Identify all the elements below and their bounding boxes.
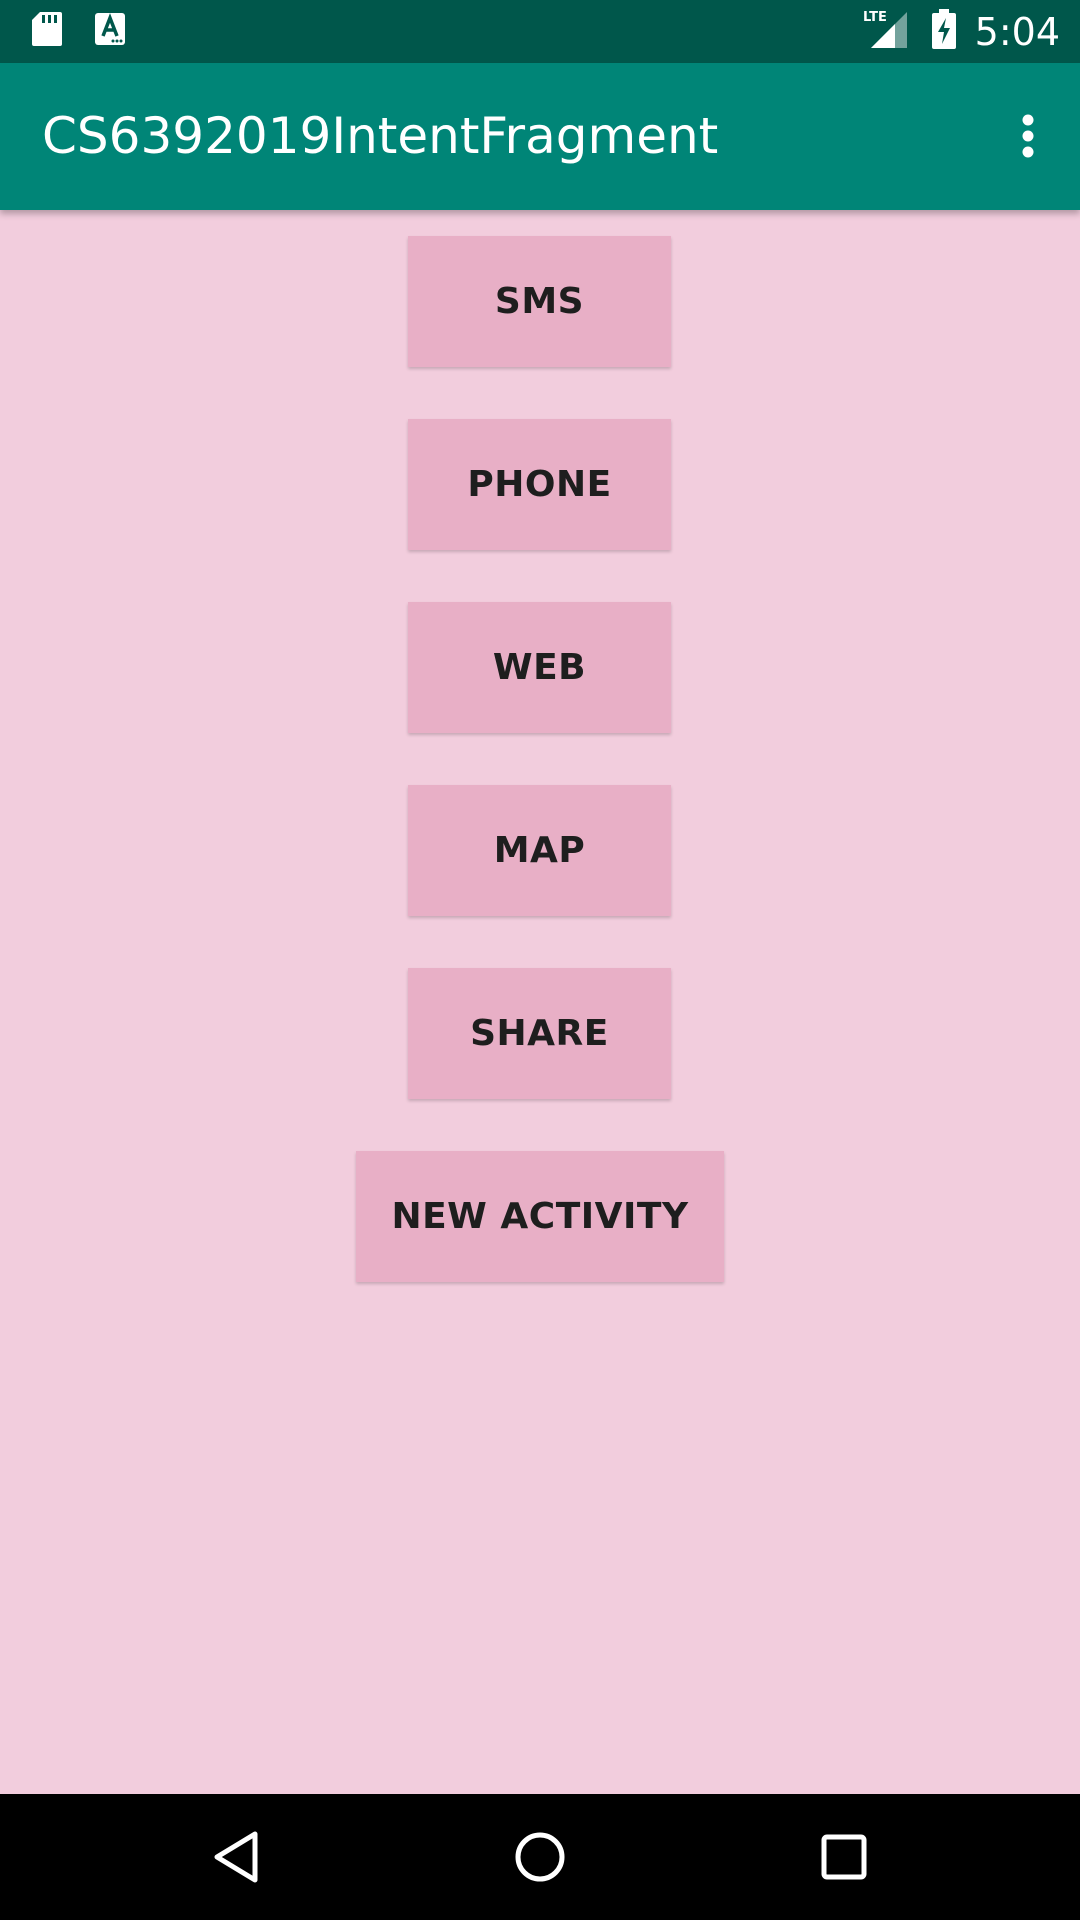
- app-bar: CS6392019IntentFragment: [0, 63, 1080, 210]
- sd-card-icon: [30, 10, 64, 53]
- web-button[interactable]: WEB: [408, 602, 671, 733]
- new-activity-button[interactable]: NEW ACTIVITY: [356, 1151, 724, 1282]
- navigation-bar: [0, 1794, 1080, 1920]
- recents-icon[interactable]: [784, 1794, 904, 1920]
- status-right: LTE 5:04: [863, 0, 1060, 63]
- status-time: 5:04: [974, 9, 1060, 54]
- status-bar: LTE 5:04: [0, 0, 1080, 63]
- home-icon[interactable]: [480, 1794, 600, 1920]
- status-left: [30, 0, 126, 63]
- more-vert-icon[interactable]: [998, 98, 1058, 174]
- svg-text:LTE: LTE: [863, 10, 887, 25]
- a-notification-icon: [94, 12, 126, 51]
- phone-button[interactable]: PHONE: [408, 419, 671, 550]
- back-icon[interactable]: [176, 1794, 296, 1920]
- main-content: SMS PHONE WEB MAP SHARE NEW ACTIVITY: [0, 210, 1080, 1794]
- app-title: CS6392019IntentFragment: [42, 107, 719, 165]
- battery-charging-icon: [931, 9, 957, 54]
- share-button[interactable]: SHARE: [408, 968, 671, 1099]
- map-button[interactable]: MAP: [408, 785, 671, 916]
- sms-button[interactable]: SMS: [408, 236, 671, 367]
- lte-signal-icon: LTE: [863, 8, 913, 55]
